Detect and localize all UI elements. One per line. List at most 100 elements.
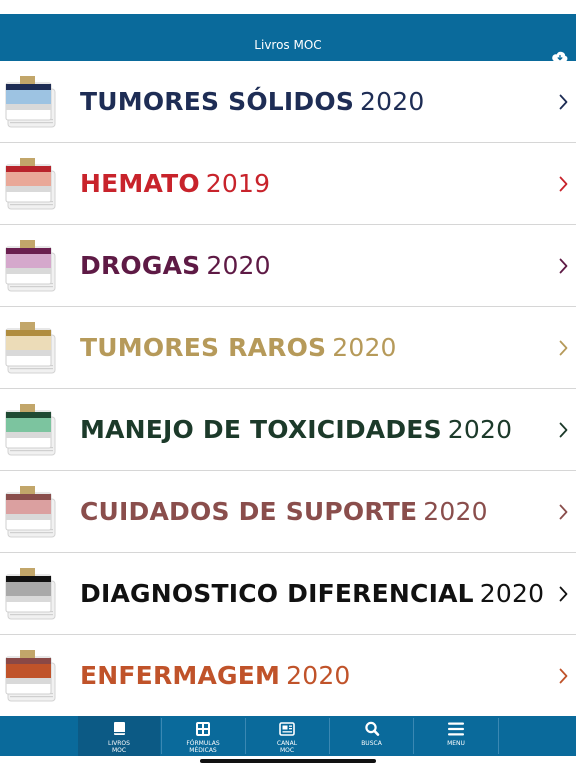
book-row-tumores-raros[interactable]: TUMORES RAROS 2020 <box>0 307 576 389</box>
book-cover-icon <box>5 486 56 538</box>
tab-canal-moc[interactable]: CANAL MOC <box>246 716 328 756</box>
book-title: DIAGNOSTICO DIFERENCIAL 2020 <box>80 553 544 635</box>
book-page-line <box>10 368 53 370</box>
book-page-line <box>10 122 53 124</box>
tab-label: FÓRMULAS MÉDICAS <box>162 740 244 754</box>
book-cover-icon <box>5 158 56 210</box>
chevron-right-icon <box>559 586 568 602</box>
book-cover-icon <box>5 404 56 456</box>
book-band <box>6 336 51 350</box>
book-list: TUMORES SÓLIDOS 2020 HEMATO 2019 DROGAS 202… <box>0 61 576 717</box>
book-row-hemato[interactable]: HEMATO 2019 <box>0 143 576 225</box>
book-spine-shadow <box>6 514 51 520</box>
book-cover-icon <box>5 76 56 128</box>
book-ribbon <box>6 84 51 90</box>
book-page-line <box>10 286 53 288</box>
book-spine-shadow <box>6 678 51 684</box>
chevron-right-icon <box>559 94 568 110</box>
header-title: Livros MOC <box>254 38 322 52</box>
book-tab <box>20 404 35 412</box>
book-title: TUMORES RAROS 2020 <box>80 307 397 389</box>
book-year: 2020 <box>286 661 351 690</box>
book-row-manejo-de-toxicidades[interactable]: MANEJO DE TOXICIDADES 2020 <box>0 389 576 471</box>
book-ribbon <box>6 248 51 254</box>
book-year: 2019 <box>205 169 271 198</box>
app-header: Livros MOC <box>0 14 576 62</box>
book-name: TUMORES RAROS <box>80 333 327 362</box>
book-year: 2020 <box>206 251 271 280</box>
book-year: 2020 <box>360 87 425 116</box>
book-ribbon <box>6 576 51 582</box>
tab-label: MENU <box>414 740 498 747</box>
tab-divider <box>498 718 499 754</box>
book-ribbon <box>6 658 51 664</box>
tab-label-line2: MOC <box>111 747 127 754</box>
book-ribbon <box>6 330 51 336</box>
book-title: CUIDADOS DE SUPORTE 2020 <box>80 471 488 553</box>
book-year: 2020 <box>423 497 488 526</box>
book-spine-shadow <box>6 350 51 356</box>
book-title: MANEJO DE TOXICIDADES 2020 <box>80 389 512 471</box>
chevron-right-icon <box>559 422 568 438</box>
tab-label: CANAL MOC <box>246 740 328 754</box>
tab-label: BUSCA <box>330 740 413 747</box>
book-page-line <box>10 696 53 698</box>
chevron-right-icon <box>559 504 568 520</box>
tab-busca[interactable]: BUSCA <box>330 716 413 756</box>
book-name: DROGAS <box>80 251 201 280</box>
book-page-line <box>10 532 53 534</box>
book-icon <box>114 722 125 735</box>
book-row-drogas[interactable]: DROGAS 2020 <box>0 225 576 307</box>
book-page-line <box>10 450 53 452</box>
book-tab <box>20 486 35 494</box>
calculator-icon <box>196 722 210 736</box>
tab-livros-moc[interactable]: LIVROS MOC <box>78 716 160 756</box>
book-tab <box>20 158 35 166</box>
book-ribbon <box>6 166 51 172</box>
book-band <box>6 418 51 432</box>
book-band <box>6 254 51 268</box>
book-year: 2020 <box>447 415 513 444</box>
book-name: ENFERMAGEM <box>80 661 281 690</box>
book-name: DIAGNOSTICO DIFERENCIAL <box>80 579 474 608</box>
book-band <box>6 664 51 678</box>
bottom-tab-bar: LIVROS MOC FÓRMULAS MÉDICAS CANAL MOC BUSCA <box>0 716 576 756</box>
book-spine-shadow <box>6 186 51 192</box>
book-cover-icon <box>5 568 56 620</box>
book-tab <box>20 650 35 658</box>
tab-label-line1: BUSCA <box>361 740 382 747</box>
tab-formulas-medicas[interactable]: FÓRMULAS MÉDICAS <box>162 716 244 756</box>
book-year: 2020 <box>332 333 397 362</box>
book-title: ENFERMAGEM 2020 <box>80 635 351 717</box>
chevron-right-icon <box>559 340 568 356</box>
book-spine-shadow <box>6 104 51 110</box>
book-band <box>6 582 51 596</box>
book-row-enfermagem[interactable]: ENFERMAGEM 2020 <box>0 635 576 717</box>
tab-label-line1: FÓRMULAS <box>186 740 220 747</box>
home-indicator[interactable] <box>200 759 376 763</box>
book-row-cuidados-de-suporte[interactable]: CUIDADOS DE SUPORTE 2020 <box>0 471 576 553</box>
tab-label: LIVROS MOC <box>78 740 160 754</box>
tab-menu[interactable]: MENU <box>414 716 498 756</box>
status-bar <box>0 0 576 14</box>
book-tab <box>20 322 35 330</box>
book-name: MANEJO DE TOXICIDADES <box>80 415 442 444</box>
book-row-diagnostico-diferencial[interactable]: DIAGNOSTICO DIFERENCIAL 2020 <box>0 553 576 635</box>
book-page-line <box>10 204 53 206</box>
book-spine-shadow <box>6 596 51 602</box>
chevron-right-icon <box>559 668 568 684</box>
book-cover-icon <box>5 240 56 292</box>
book-tab <box>20 240 35 248</box>
search-icon <box>364 721 379 736</box>
book-title: HEMATO 2019 <box>80 143 270 225</box>
book-row-tumores-solidos[interactable]: TUMORES SÓLIDOS 2020 <box>0 61 576 143</box>
tab-label-line2: MÉDICAS <box>189 747 217 754</box>
book-page-line <box>10 614 53 616</box>
book-ribbon <box>6 412 51 418</box>
book-title: TUMORES SÓLIDOS 2020 <box>80 61 424 143</box>
book-name: HEMATO <box>80 169 200 198</box>
news-icon <box>279 722 295 736</box>
book-name: CUIDADOS DE SUPORTE <box>80 497 418 526</box>
book-band <box>6 90 51 104</box>
book-band <box>6 172 51 186</box>
